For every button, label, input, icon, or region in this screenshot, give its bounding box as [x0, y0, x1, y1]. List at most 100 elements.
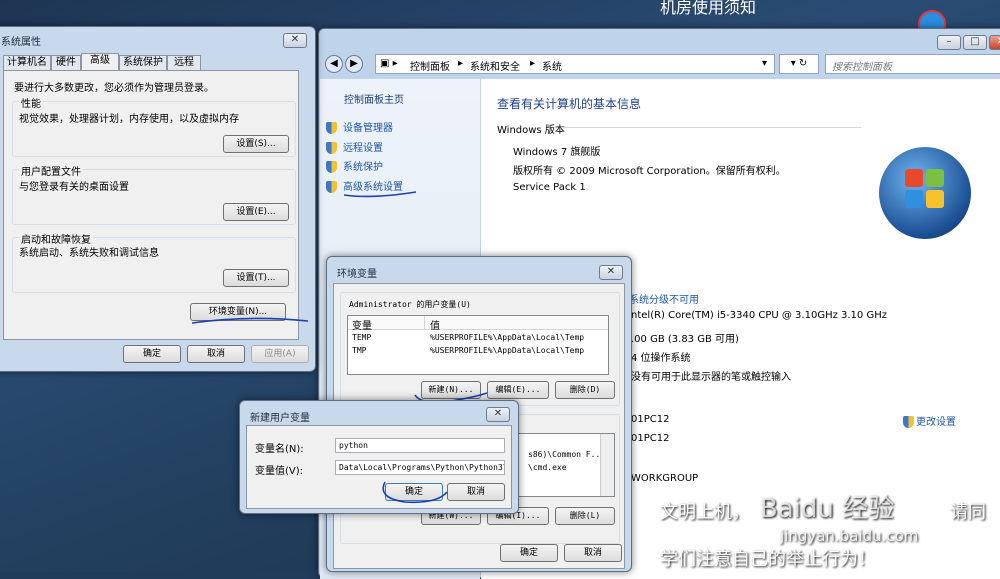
table-row[interactable]: TMP %USERPROFILE%\AppData\Local\Temp: [348, 345, 608, 357]
profile-settings-button[interactable]: 设置(E)...: [223, 203, 289, 221]
close-icon[interactable]: ✕: [486, 407, 510, 422]
table-row[interactable]: TEMP %USERPROFILE%\AppData\Local\Temp: [348, 332, 608, 344]
pen-circle: [382, 481, 448, 504]
service-pack: Service Pack 1: [513, 182, 586, 193]
sidebar-home[interactable]: 控制面板主页: [344, 91, 404, 106]
cancel-button[interactable]: 取消: [564, 544, 622, 562]
dropdown-arrow-icon[interactable]: ▾: [762, 58, 767, 69]
group-desc: 视觉效果，处理器计划，内存使用，以及虚拟内存: [19, 114, 239, 125]
address-bar[interactable]: ▣ ▸ 控制面板 ▸ 系统和安全 ▸ 系统 ▾: [375, 54, 775, 74]
tab-strip: 计算机名 硬件 高级 系统保护 远程: [3, 53, 303, 71]
breadcrumb-security[interactable]: 系统和安全: [470, 58, 520, 73]
sidebar-item-device-manager[interactable]: 设备管理器: [326, 119, 393, 134]
breadcrumb-sep: ▸: [530, 58, 536, 69]
shield-icon: [326, 181, 337, 193]
dialog-title: 环境变量: [337, 269, 377, 280]
logo-yellow: [926, 190, 944, 208]
ok-button[interactable]: 确定: [123, 345, 181, 363]
list-header: 变量 值: [348, 316, 608, 332]
edition-label: Windows 版本: [497, 125, 565, 136]
startup-settings-button[interactable]: 设置(T)...: [223, 269, 289, 287]
edition-value: Windows 7 旗舰版: [513, 147, 601, 158]
column-divider: [424, 316, 425, 330]
startup-group: 启动和故障恢复 系统启动、系统失败和调试信息 设置(T)...: [12, 231, 296, 293]
shield-icon: [903, 416, 914, 428]
sidebar-item-label: 系统保护: [343, 162, 383, 173]
close-icon[interactable]: ✕: [599, 265, 623, 280]
computer-name-value: 01PC12: [631, 414, 670, 425]
tab-computer-name[interactable]: 计算机名: [3, 55, 51, 70]
breadcrumb-control-panel[interactable]: 控制面板: [410, 58, 450, 73]
sidebar-item-label: 设备管理器: [343, 123, 393, 134]
system-properties-dialog: 系统属性 ✕ 计算机名 硬件 高级 系统保护 远程 要进行大多数更改，您必须作为…: [0, 26, 316, 372]
logo-green: [926, 169, 944, 187]
sidebar-item-protection[interactable]: 系统保护: [326, 158, 383, 173]
group-label: 用户配置文件: [19, 163, 83, 178]
sidebar-item-remote[interactable]: 远程设置: [326, 139, 383, 154]
breadcrumb-sep: ▸: [458, 58, 464, 69]
change-settings-link[interactable]: 更改设置: [903, 413, 956, 428]
variable-name: TEMP: [352, 333, 372, 342]
admin-note: 要进行大多数更改，您必须作为管理员登录。: [14, 83, 214, 94]
tab-protection[interactable]: 系统保护: [119, 55, 167, 70]
tab-advanced[interactable]: 高级: [81, 53, 119, 70]
page-title: 查看有关计算机的基本信息: [497, 97, 642, 111]
tab-remote[interactable]: 远程: [167, 55, 201, 70]
shield-icon: [326, 161, 337, 173]
computer-icon: ▣ ▸: [380, 58, 398, 69]
pen-touch-value: 没有可用于此显示器的笔或触控输入: [631, 372, 791, 383]
group-desc: 系统启动、系统失败和调试信息: [19, 248, 159, 259]
variable-value-field[interactable]: Data\Local\Programs\Python\Python37: [335, 460, 505, 475]
delete-system-variable-button[interactable]: 删除(L): [555, 507, 615, 525]
performance-settings-button[interactable]: 设置(S)...: [223, 135, 289, 153]
group-label: Administrator 的用户变量(U): [349, 300, 471, 309]
pen-underline: [191, 317, 309, 324]
pen-underline: [343, 191, 417, 198]
performance-group: 性能 视觉效果，处理器计划，内存使用，以及虚拟内存 设置(S)...: [12, 95, 296, 157]
system-type-value: 4 位操作系统: [631, 353, 691, 364]
change-settings-label: 更改设置: [916, 417, 956, 428]
edit-user-variable-button[interactable]: 编辑(E)...: [487, 381, 549, 399]
column-header-variable[interactable]: 变量: [352, 317, 372, 332]
refresh-button[interactable]: ▾ ↻: [779, 54, 819, 74]
user-variables-list[interactable]: 变量 值 TEMP %USERPROFILE%\AppData\Local\Te…: [347, 315, 609, 375]
apply-button[interactable]: 应用(A): [251, 345, 309, 363]
scrollbar[interactable]: [600, 434, 614, 496]
caption-line-1b: 请同: [950, 502, 986, 523]
group-desc: 与您登录有关的桌面设置: [19, 182, 129, 193]
column-header-value[interactable]: 值: [430, 317, 440, 332]
logo-blue: [905, 190, 923, 208]
search-input[interactable]: 搜索控制面板: [825, 54, 1000, 74]
tab-hardware[interactable]: 硬件: [51, 55, 81, 70]
sidebar-item-label: 远程设置: [343, 143, 383, 154]
divider: [561, 127, 861, 128]
windows-logo: [879, 147, 971, 239]
variable-name: TMP: [352, 346, 367, 355]
variable-value-label: 变量值(V):: [255, 466, 304, 477]
copyright-text: 版权所有 © 2009 Microsoft Corporation。保留所有权利…: [513, 166, 786, 177]
baidu-watermark-url: jingyan.baidu.com: [780, 527, 919, 545]
list-item[interactable]: \cmd.exe: [528, 463, 567, 472]
dialog-title: 新建用户变量: [250, 413, 310, 424]
close-icon[interactable]: ✕: [283, 33, 307, 48]
logo-red: [905, 169, 923, 187]
profile-group: 用户配置文件 与您登录有关的桌面设置 设置(E)...: [12, 163, 296, 225]
back-button[interactable]: ◀: [325, 55, 343, 73]
close-icon[interactable]: ✕: [989, 35, 1000, 50]
rating-link[interactable]: 系统分级不可用: [629, 291, 699, 306]
maximize-button[interactable]: □: [963, 35, 987, 50]
list-item[interactable]: s86)\Common F...: [528, 450, 605, 459]
dialog-title: 系统属性: [1, 37, 41, 48]
cancel-button[interactable]: 取消: [187, 345, 245, 363]
ok-button[interactable]: 确定: [500, 544, 558, 562]
group-label: 性能: [19, 95, 43, 110]
shield-icon: [326, 142, 337, 154]
caption-line-2: 学们注意自己的举止行为！: [660, 549, 876, 570]
minimize-button[interactable]: –: [937, 35, 961, 50]
cancel-button[interactable]: 取消: [447, 483, 505, 501]
variable-name-field[interactable]: python: [335, 438, 505, 453]
forward-button[interactable]: ▶: [345, 55, 363, 73]
breadcrumb-system[interactable]: 系统: [542, 58, 562, 73]
newvar-client: 变量名(N): python 变量值(V): Data\Local\Progra…: [246, 425, 512, 509]
delete-user-variable-button[interactable]: 删除(D): [555, 381, 615, 399]
